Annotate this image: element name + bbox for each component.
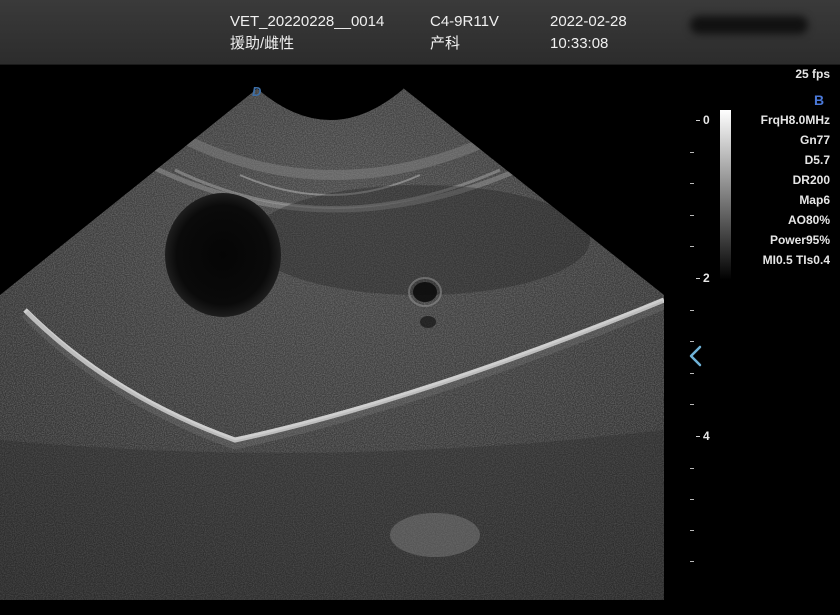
patient-description: 援助/雌性 [230, 35, 295, 52]
probe-name: C4-9R11V [430, 13, 499, 30]
param-depth: D5.7 [804, 153, 830, 167]
orientation-marker: D [252, 84, 262, 99]
depth-minor-tick [690, 215, 694, 216]
depth-minor-tick [690, 183, 694, 184]
chevron-left-icon[interactable] [686, 344, 706, 368]
param-mi-ti: MI0.5 TIs0.4 [762, 253, 830, 267]
imaging-mode: B [814, 92, 825, 108]
frame-rate: 25 fps [795, 67, 830, 81]
datetime: 2022-02-28 10:33:08 [550, 11, 627, 55]
grayscale-bar [720, 110, 731, 280]
depth-minor-tick [690, 404, 694, 405]
depth-minor-tick [690, 246, 694, 247]
ultrasound-viewport[interactable] [0, 64, 690, 610]
depth-minor-tick [690, 561, 694, 562]
header-bar: VET_20220228__0014 援助/雌性 C4-9R11V 产科 202… [0, 0, 840, 65]
depth-minor-tick [690, 310, 694, 311]
depth-label-4: 4 [703, 429, 710, 443]
depth-minor-tick [690, 341, 694, 342]
depth-scale: 0 2 4 [690, 108, 720, 578]
exam-time: 10:33:08 [550, 35, 609, 52]
param-dynamic-range: DR200 [792, 173, 830, 187]
depth-tick [696, 436, 700, 437]
depth-minor-tick [690, 468, 694, 469]
param-gain: Gn77 [799, 133, 830, 147]
exam-date: 2022-02-28 [550, 13, 627, 30]
param-map: Map6 [799, 193, 830, 207]
exam-type: 产科 [430, 35, 461, 52]
redacted-region [690, 16, 808, 34]
depth-label-0: 0 [703, 113, 710, 127]
depth-minor-tick [690, 499, 694, 500]
depth-minor-tick [690, 530, 694, 531]
depth-tick [696, 278, 700, 279]
param-power: Power95% [769, 233, 830, 247]
patient-id: VET_20220228__0014 [230, 13, 385, 30]
probe-info: C4-9R11V 产科 [430, 11, 499, 55]
param-ao: AO80% [787, 213, 830, 227]
imaging-parameters: FrqH8.0MHz Gn77 D5.7 DR200 Map6 AO80% Po… [761, 110, 830, 270]
param-frequency: FrqH8.0MHz [760, 113, 830, 127]
depth-tick [696, 120, 700, 121]
depth-minor-tick [690, 373, 694, 374]
depth-label-2: 2 [703, 271, 710, 285]
patient-info: VET_20220228__0014 援助/雌性 [230, 11, 384, 55]
ultrasound-image [0, 87, 664, 600]
depth-minor-tick [690, 152, 694, 153]
